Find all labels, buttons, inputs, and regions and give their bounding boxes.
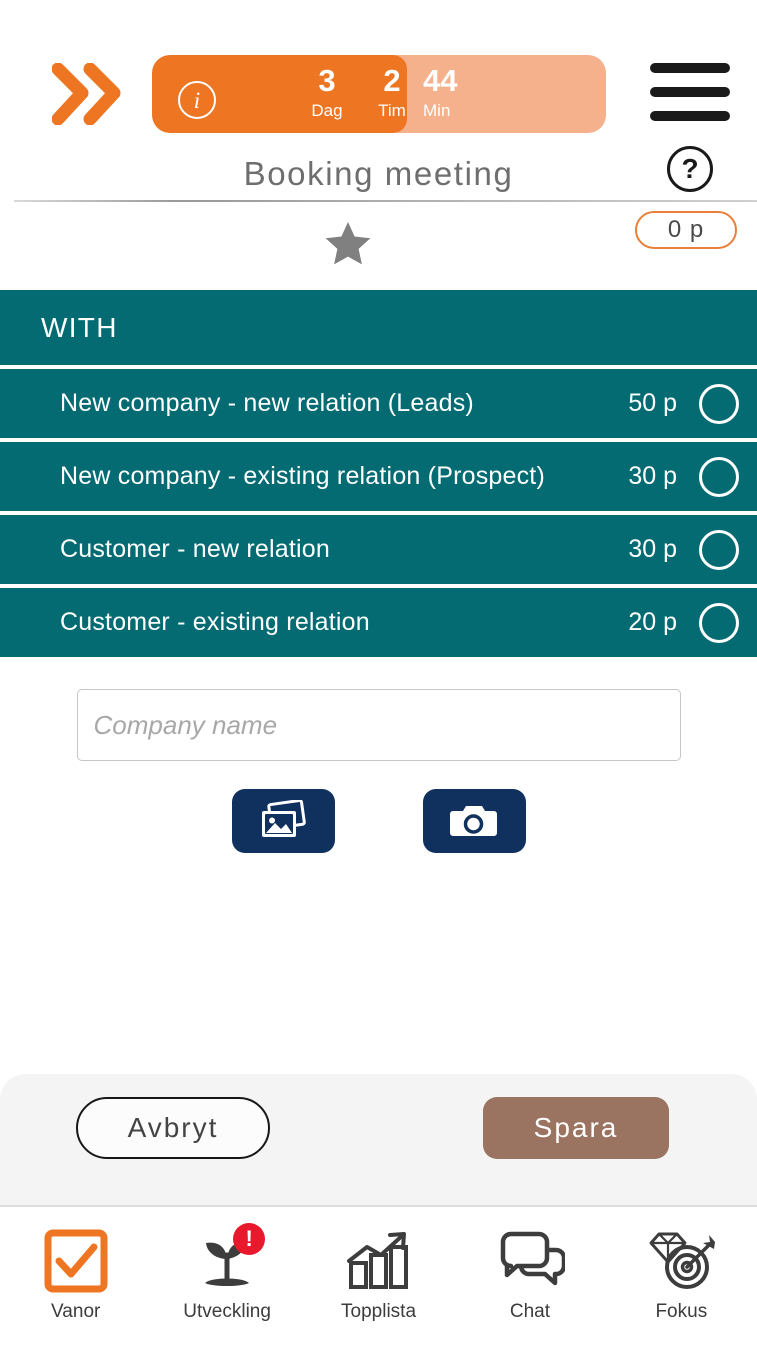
nav-label: Utveckling: [183, 1301, 271, 1322]
photo-gallery-icon: [257, 800, 309, 842]
nav-label: Vanor: [51, 1301, 101, 1322]
list-item-points: 30 p: [628, 535, 677, 563]
list-item[interactable]: New company - new relation (Leads) 50 p: [0, 369, 757, 438]
list-item-label: Customer - existing relation: [60, 608, 370, 636]
list-item[interactable]: Customer - new relation 30 p: [0, 515, 757, 584]
timer-days-value: 3: [318, 62, 336, 98]
page-title: Booking meeting: [243, 155, 514, 192]
hamburger-bar: [650, 63, 730, 73]
list-item-radio[interactable]: [699, 383, 739, 424]
company-form: [0, 661, 757, 853]
chat-bubbles-icon: [495, 1225, 565, 1297]
nav-item-topplista[interactable]: Topplista: [303, 1207, 454, 1345]
bottom-navigation: Vanor ! Utveckling Topplista Chat Fokus: [0, 1205, 757, 1345]
nav-item-utveckling[interactable]: ! Utveckling: [151, 1207, 302, 1345]
relation-type-list: WITH New company - new relation (Leads) …: [0, 290, 757, 657]
timer-unit-minutes: 44 Min: [414, 55, 504, 133]
media-buttons: [0, 789, 757, 853]
save-button[interactable]: Spara: [483, 1097, 669, 1159]
photo-gallery-button[interactable]: [231, 789, 335, 853]
hamburger-menu-icon[interactable]: [650, 63, 730, 121]
list-item-radio[interactable]: [699, 529, 739, 570]
list-item-radio[interactable]: [699, 456, 739, 497]
nav-item-fokus[interactable]: Fokus: [606, 1207, 757, 1345]
app-root: i 3 Dag 2 Tim 44 Min ? Booking meeting 0…: [0, 0, 757, 1345]
camera-button[interactable]: [422, 789, 526, 853]
list-item-points: 20 p: [628, 608, 677, 636]
timer-minutes-value: 44: [423, 62, 458, 98]
info-circle-icon[interactable]: i: [178, 81, 216, 119]
timer-hours-value: 2: [383, 62, 401, 98]
points-badge[interactable]: 0 p: [635, 211, 737, 249]
list-item-points: 50 p: [628, 389, 677, 417]
timer-hours-label: Tim: [378, 101, 406, 121]
list-item-label: Customer - new relation: [60, 535, 330, 563]
diamond-target-icon: [643, 1225, 719, 1297]
sprout-plant-icon: !: [191, 1223, 266, 1297]
countdown-timer[interactable]: i 3 Dag 2 Tim 44 Min: [152, 55, 606, 133]
timer-unit-days: 3 Dag: [290, 55, 364, 133]
bar-chart-arrow-icon: [345, 1225, 413, 1297]
nav-label: Topplista: [341, 1301, 417, 1322]
cancel-button[interactable]: Avbryt: [76, 1097, 270, 1159]
timer-days-label: Dag: [311, 101, 343, 121]
timer-minutes-label: Min: [423, 101, 451, 121]
star-icon[interactable]: [325, 221, 371, 265]
hamburger-bar: [650, 87, 730, 97]
double-chevron-right-icon[interactable]: [52, 63, 130, 125]
app-header: i 3 Dag 2 Tim 44 Min ? Booking meeting: [0, 0, 757, 202]
nav-label: Chat: [509, 1301, 550, 1322]
list-item-label: New company - existing relation (Prospec…: [60, 462, 545, 490]
list-item-points: 30 p: [628, 462, 677, 490]
nav-item-chat[interactable]: Chat: [454, 1207, 605, 1345]
list-item-radio[interactable]: [699, 602, 739, 643]
hamburger-bar: [650, 111, 730, 121]
checkbox-check-icon: [44, 1225, 108, 1297]
list-item[interactable]: New company - existing relation (Prospec…: [0, 442, 757, 511]
action-panel: Avbryt Spara: [0, 1074, 757, 1205]
list-item-label: New company - new relation (Leads): [60, 389, 474, 417]
subheader-bar: 0 p: [0, 200, 757, 290]
list-item[interactable]: Customer - existing relation 20 p: [0, 588, 757, 657]
nav-label: Fokus: [655, 1301, 708, 1322]
alert-badge: !: [233, 1223, 266, 1255]
list-header-with: WITH: [0, 290, 757, 365]
nav-item-vanor[interactable]: Vanor: [0, 1207, 151, 1345]
camera-icon: [449, 801, 499, 841]
company-name-input[interactable]: [76, 689, 681, 761]
